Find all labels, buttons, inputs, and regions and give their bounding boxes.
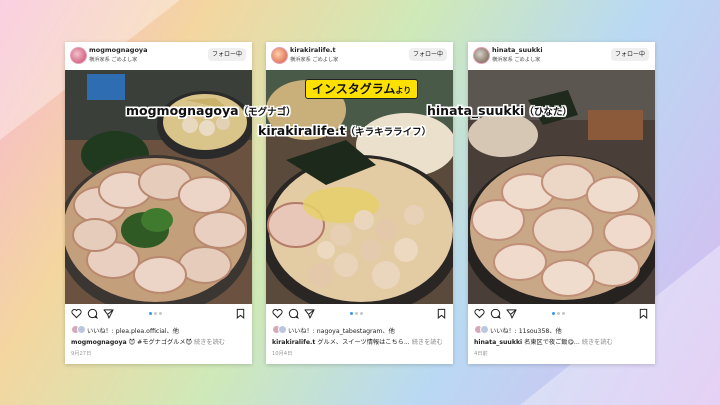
banner-main-text: インスタグラム: [312, 82, 396, 96]
carousel-dot: [350, 312, 353, 315]
post-header: mogmognagoya 横浜家系 ごめよし家 フォロー中: [65, 42, 252, 68]
liker-avatar: [278, 325, 287, 334]
post-actions: [65, 306, 252, 322]
carousel-dot: [562, 312, 565, 315]
comment-icon[interactable]: [288, 308, 299, 319]
caption-text: 😈 #モグナゴグルメ😈: [128, 339, 193, 346]
post-caption: hinata_suukki 名東区で夜ご飯😋... 続きを読む: [474, 337, 650, 346]
post-username[interactable]: hinata_suukki: [492, 46, 543, 54]
account-handle: hinata_suukki: [427, 103, 525, 118]
post-username[interactable]: mogmognagoya: [89, 46, 148, 54]
account-caption-mogmognagoya: mogmognagoya（モグナゴ）: [126, 103, 296, 118]
post-header: kirakiralife.t 横浜家系 ごめよし家 フォロー中: [266, 42, 453, 68]
carousel-indicator: [149, 312, 173, 316]
bookmark-icon[interactable]: [436, 308, 447, 319]
liker-avatar: [77, 325, 86, 334]
post-caption: mogmognagoya 😈 #モグナゴグルメ😈 続きを読む: [71, 337, 247, 346]
post-date: 9月27日: [71, 351, 92, 357]
carousel-indicator: [552, 312, 576, 316]
caption-username[interactable]: mogmognagoya: [71, 339, 127, 346]
caption-username[interactable]: hinata_suukki: [474, 339, 522, 346]
following-button[interactable]: フォロー中: [610, 48, 649, 61]
carousel-dot: [557, 312, 560, 315]
instagram-post-1: mogmognagoya 横浜家系 ごめよし家 フォロー中 いいね！: plea…: [65, 42, 252, 364]
instagram-source-banner: インスタグラムより: [305, 79, 419, 99]
post-header: hinata_suukki 横浜家系 ごめよし家 フォロー中: [468, 42, 655, 68]
heart-icon[interactable]: [474, 308, 485, 319]
carousel-dot: [149, 312, 152, 315]
likes-text: いいね！: plea.plea.official、他: [86, 328, 179, 335]
likes-text: いいね！: nagoya_tabestagram、他: [287, 328, 395, 335]
account-handle: mogmognagoya: [126, 103, 239, 118]
bookmark-icon[interactable]: [235, 308, 246, 319]
avatar[interactable]: [70, 47, 87, 64]
likes-line[interactable]: いいね！: plea.plea.official、他: [71, 325, 179, 335]
comment-icon[interactable]: [490, 308, 501, 319]
account-reading: （キラキラライフ）: [345, 127, 432, 138]
account-handle: kirakiralife.t: [258, 123, 346, 138]
post-actions: [468, 306, 655, 322]
share-icon[interactable]: [304, 308, 315, 319]
carousel-dot: [360, 312, 363, 315]
post-caption: kirakiralife.t グルメ、スイーツ情報はこちら... 続きを読む: [272, 337, 448, 346]
carousel-dot: [159, 312, 162, 315]
likes-line[interactable]: いいね！: 11sou358、他: [474, 325, 562, 335]
comment-icon[interactable]: [87, 308, 98, 319]
caption-text: グルメ、スイーツ情報はこちら...: [317, 339, 410, 346]
post-date: 4日前: [474, 351, 488, 357]
account-reading: （ひなた）: [524, 107, 572, 118]
avatar[interactable]: [473, 47, 490, 64]
account-caption-kirakiralife: kirakiralife.t（キラキラライフ）: [258, 123, 431, 138]
following-button[interactable]: フォロー中: [408, 48, 447, 61]
post-date: 10月4日: [272, 351, 293, 357]
caption-text: 名東区で夜ご飯😋...: [524, 339, 580, 346]
heart-icon[interactable]: [71, 308, 82, 319]
post-location[interactable]: 横浜家系 ごめよし家: [290, 56, 338, 63]
post-actions: [266, 306, 453, 322]
account-reading: （モグナゴ）: [238, 107, 296, 118]
banner-suffix-text: より: [395, 86, 412, 95]
share-icon[interactable]: [103, 308, 114, 319]
liker-avatar: [480, 325, 489, 334]
heart-icon[interactable]: [272, 308, 283, 319]
carousel-dot: [552, 312, 555, 315]
post-location[interactable]: 横浜家系 ごめよし家: [89, 56, 137, 63]
read-more-link[interactable]: 続きを読む: [194, 339, 225, 346]
likes-line[interactable]: いいね！: nagoya_tabestagram、他: [272, 325, 395, 335]
caption-username[interactable]: kirakiralife.t: [272, 339, 315, 346]
carousel-indicator: [350, 312, 374, 316]
avatar[interactable]: [271, 47, 288, 64]
post-username[interactable]: kirakiralife.t: [290, 46, 336, 54]
account-caption-hinata: hinata_suukki（ひなた）: [427, 103, 572, 118]
bookmark-icon[interactable]: [638, 308, 649, 319]
following-button[interactable]: フォロー中: [207, 48, 246, 61]
read-more-link[interactable]: 続きを読む: [582, 339, 613, 346]
read-more-link[interactable]: 続きを読む: [412, 339, 443, 346]
share-icon[interactable]: [506, 308, 517, 319]
likes-text: いいね！: 11sou358、他: [489, 328, 562, 335]
carousel-dot: [154, 312, 157, 315]
carousel-dot: [355, 312, 358, 315]
instagram-post-3: hinata_suukki 横浜家系 ごめよし家 フォロー中 いいね！: 11s…: [468, 42, 655, 364]
post-location[interactable]: 横浜家系 ごめよし家: [492, 56, 540, 63]
